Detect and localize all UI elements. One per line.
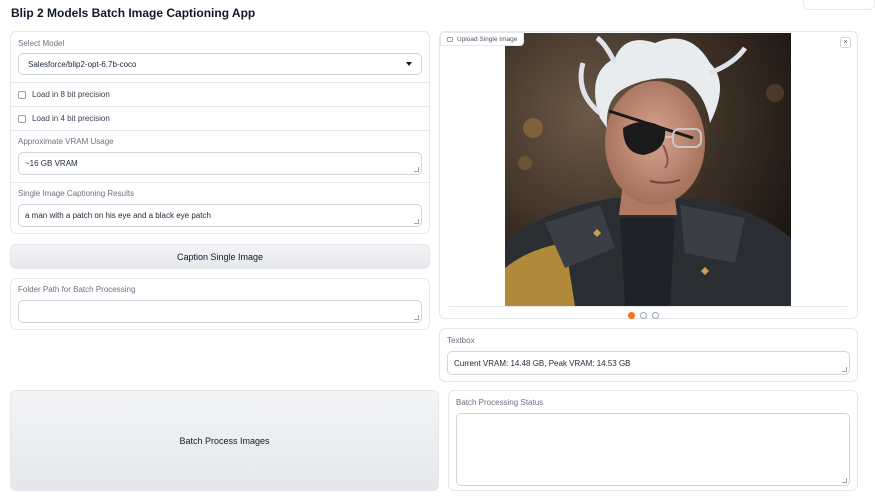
folder-path-label: Folder Path for Batch Processing xyxy=(18,285,136,294)
batch-process-label: Batch Process Images xyxy=(179,435,270,446)
textbox-value: Current VRAM: 14.48 GB, Peak VRAM: 14.53… xyxy=(454,358,631,368)
upload-icon[interactable] xyxy=(628,312,635,319)
clipboard-icon[interactable] xyxy=(652,312,659,319)
vram-section: Approximate VRAM Usage ~16 GB VRAM xyxy=(11,131,429,183)
resize-handle-icon[interactable] xyxy=(842,478,847,483)
single-result-value: a man with a patch on his eye and a blac… xyxy=(25,211,211,220)
resize-handle-icon[interactable] xyxy=(414,315,419,320)
uploaded-image xyxy=(505,33,791,306)
webcam-icon[interactable] xyxy=(640,312,647,319)
textbox-field[interactable]: Current VRAM: 14.48 GB, Peak VRAM: 14.53… xyxy=(447,351,850,375)
model-select-section: Select Model Salesforce/blip2-opt-6.7b-c… xyxy=(11,32,429,83)
four-bit-label: Load in 4 bit precision xyxy=(32,114,110,123)
vram-label: Approximate VRAM Usage xyxy=(18,137,114,146)
eight-bit-option[interactable]: Load in 8 bit precision xyxy=(11,83,429,107)
batch-process-button[interactable]: Batch Process Images xyxy=(10,390,439,491)
batch-status-label: Batch Processing Status xyxy=(456,398,544,407)
resize-handle-icon[interactable] xyxy=(414,167,419,172)
caption-single-image-label: Caption Single Image xyxy=(176,251,264,262)
four-bit-checkbox[interactable] xyxy=(18,114,26,123)
image-divider xyxy=(449,306,847,307)
resize-handle-icon[interactable] xyxy=(414,219,419,224)
folder-path-field[interactable] xyxy=(18,300,422,323)
folder-path-panel: Folder Path for Batch Processing xyxy=(10,278,430,330)
model-dropdown[interactable]: Salesforce/blip2-opt-6.7b-coco xyxy=(18,53,422,75)
upload-label: Upload Single Image xyxy=(457,35,518,43)
model-dropdown-value: Salesforce/blip2-opt-6.7b-coco xyxy=(28,59,137,69)
app-title: Blip 2 Models Batch Image Captioning App xyxy=(11,6,256,20)
textbox-label: Textbox xyxy=(447,336,475,345)
single-result-label: Single Image Captioning Results xyxy=(18,189,135,198)
chevron-down-icon xyxy=(406,62,412,66)
vram-field[interactable]: ~16 GB VRAM xyxy=(18,152,422,175)
eight-bit-checkbox[interactable] xyxy=(18,90,26,99)
caption-single-image-button[interactable]: Caption Single Image xyxy=(10,244,430,269)
batch-status-field[interactable] xyxy=(456,413,850,486)
batch-status-panel: Batch Processing Status xyxy=(448,390,858,491)
vram-value: ~16 GB VRAM xyxy=(25,159,78,168)
resize-handle-icon[interactable] xyxy=(842,367,847,372)
textbox-panel: Textbox Current VRAM: 14.48 GB, Peak VRA… xyxy=(439,328,858,382)
image-source-icons xyxy=(628,312,659,319)
close-icon[interactable]: × xyxy=(840,37,851,48)
eight-bit-label: Load in 8 bit precision xyxy=(32,90,110,99)
single-result-section: Single Image Captioning Results a man wi… xyxy=(11,183,429,234)
settings-panel: Select Model Salesforce/blip2-opt-6.7b-c… xyxy=(10,31,430,234)
single-result-field[interactable]: a man with a patch on his eye and a blac… xyxy=(18,204,422,227)
model-select-label: Select Model xyxy=(18,39,65,48)
image-icon xyxy=(447,36,453,42)
settings-corner xyxy=(803,0,875,10)
four-bit-option[interactable]: Load in 4 bit precision xyxy=(11,107,429,131)
upload-tab: Upload Single Image xyxy=(440,32,525,46)
